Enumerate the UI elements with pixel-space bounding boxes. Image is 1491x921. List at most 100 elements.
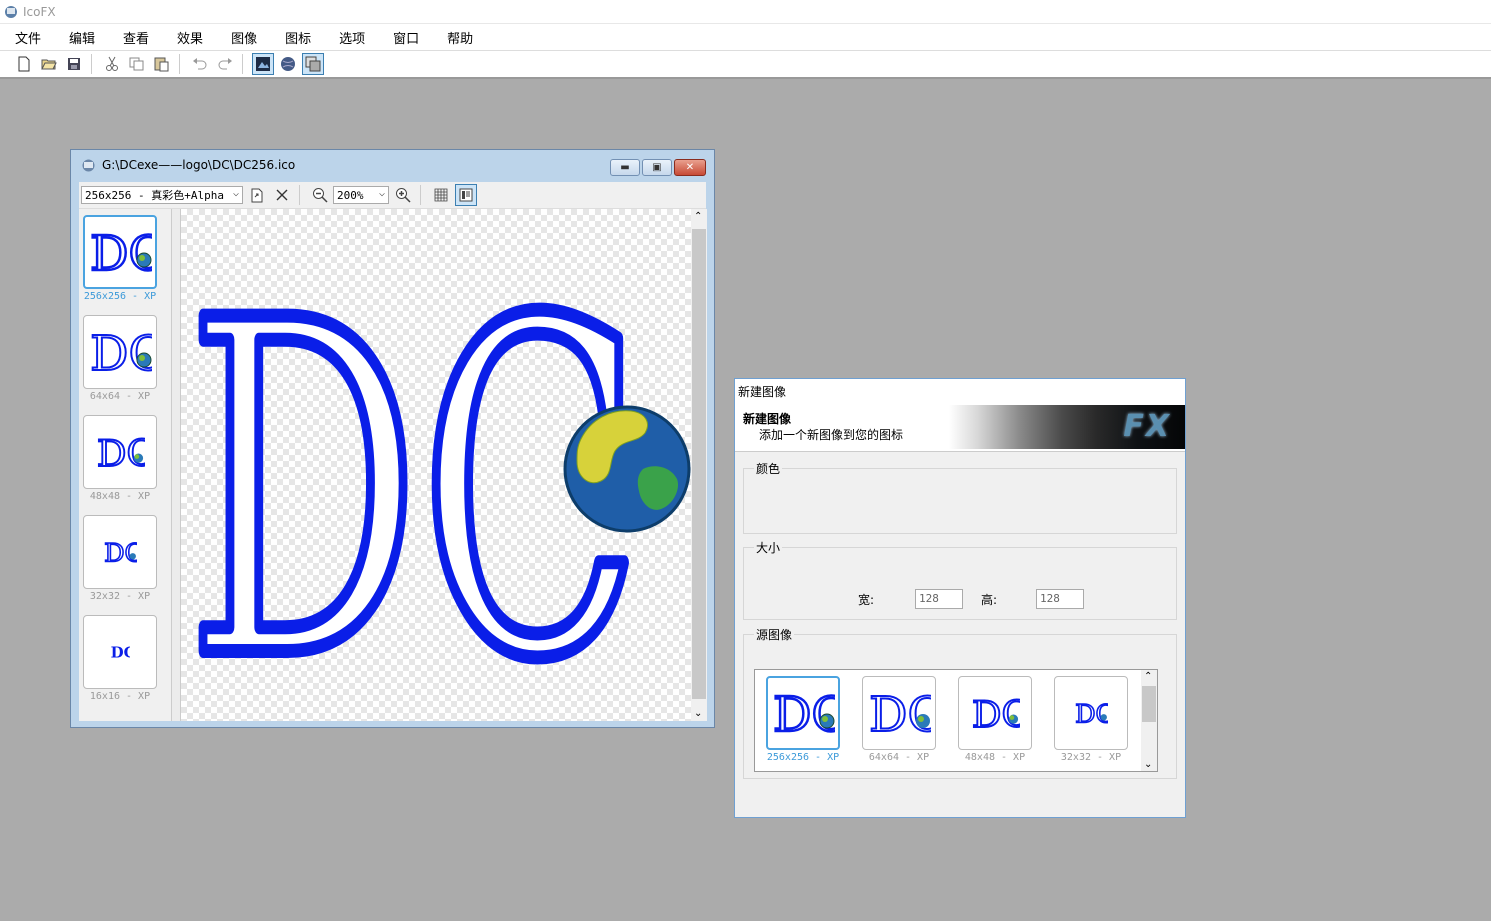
- undo-button[interactable]: [189, 53, 211, 75]
- source-thumbnail-48[interactable]: DC: [958, 676, 1032, 750]
- format-select[interactable]: 256x256 - 真彩色+Alpha ⌵: [81, 186, 243, 204]
- chevron-down-icon: ⌵: [378, 188, 385, 199]
- width-label: 宽:: [858, 593, 875, 607]
- thumbnail-label: 16x16 - XP: [89, 691, 151, 702]
- delete-image-button[interactable]: [271, 184, 293, 206]
- dc-logo-image: DC: [89, 326, 152, 378]
- zoom-out-icon: [313, 188, 328, 203]
- thumbnail-16[interactable]: DC: [83, 615, 157, 689]
- grid-icon: [434, 188, 448, 202]
- source-group-label: 源图像: [754, 626, 795, 643]
- source-list-scrollbar[interactable]: ⌃ ⌄: [1141, 670, 1157, 771]
- redo-icon: [218, 58, 232, 70]
- document-title: G:\DCexe——logo\DC\DC256.ico: [102, 158, 296, 172]
- menu-file[interactable]: 文件: [2, 28, 54, 47]
- layers-button[interactable]: [302, 53, 324, 75]
- app-title: IcoFX: [23, 4, 56, 19]
- web-button[interactable]: [277, 53, 299, 75]
- menu-help[interactable]: 帮助: [434, 28, 486, 47]
- preview-toggle-button[interactable]: [455, 184, 477, 206]
- scrollbar-thumb[interactable]: [692, 229, 706, 699]
- globe-icon: [563, 405, 691, 533]
- copy-button[interactable]: [126, 53, 148, 75]
- color-group-label: 颜色: [754, 460, 783, 477]
- dc-logo-image: DC: [772, 687, 835, 739]
- window-controls: ▬ ▣ ✕: [608, 159, 706, 176]
- copy-icon: [129, 57, 144, 71]
- toolbar-separator: [242, 54, 243, 74]
- scroll-down-icon[interactable]: ⌄: [694, 708, 702, 719]
- source-thumbnail-32[interactable]: DC: [1054, 676, 1128, 750]
- thumbnail-64[interactable]: DC: [83, 315, 157, 389]
- redo-button[interactable]: [214, 53, 236, 75]
- dialog-header-title: 新建图像: [743, 412, 792, 426]
- thumbnail-label: 64x64 - XP: [89, 391, 151, 402]
- dialog-title: 新建图像: [735, 379, 1185, 403]
- thumbnail-label: 256x256 - XP: [83, 291, 157, 302]
- menu-icon[interactable]: 图标: [272, 28, 324, 47]
- zoom-in-icon: [396, 188, 411, 203]
- scroll-up-icon[interactable]: ⌃: [1144, 671, 1152, 682]
- minimize-button[interactable]: ▬: [610, 159, 640, 176]
- menu-window[interactable]: 窗口: [380, 28, 432, 47]
- color-group: 颜色: [743, 460, 1177, 534]
- zoom-select-value: 200%: [337, 188, 364, 202]
- svg-text:DC: DC: [1075, 700, 1108, 727]
- thumbnail-label: 32x32 - XP: [89, 591, 151, 602]
- close-button[interactable]: ✕: [674, 159, 706, 176]
- new-file-button[interactable]: [13, 53, 35, 75]
- toolbar-separator: [299, 185, 300, 205]
- save-button[interactable]: [63, 53, 85, 75]
- menu-image[interactable]: 图像: [218, 28, 270, 47]
- undo-icon: [193, 58, 207, 70]
- size-group-label: 大小: [754, 539, 783, 556]
- source-thumbnail-label: 64x64 - XP: [868, 752, 930, 763]
- menu-view[interactable]: 查看: [110, 28, 162, 47]
- svg-text:DC: DC: [104, 539, 137, 566]
- paste-button[interactable]: [151, 53, 173, 75]
- thumbnail-48[interactable]: DC: [83, 415, 157, 489]
- dc-logo-image: DC: [1074, 699, 1108, 727]
- menu-edit[interactable]: 编辑: [56, 28, 108, 47]
- source-thumbnail-label: 256x256 - XP: [766, 752, 840, 763]
- menu-options[interactable]: 选项: [326, 28, 378, 47]
- zoom-select[interactable]: 200% ⌵: [333, 186, 389, 204]
- source-thumbnail-label: 48x48 - XP: [964, 752, 1026, 763]
- thumbnail-32[interactable]: DC: [83, 515, 157, 589]
- width-input[interactable]: 128: [915, 589, 963, 609]
- export-button[interactable]: [246, 184, 268, 206]
- grid-toggle-button[interactable]: [430, 184, 452, 206]
- sidebar-splitter[interactable]: [172, 209, 181, 721]
- dialog-header: 新建图像 添加一个新图像到您的图标 FX: [735, 403, 1185, 452]
- editor-canvas[interactable]: DC: [181, 209, 691, 721]
- zoom-in-button[interactable]: [392, 184, 414, 206]
- height-input[interactable]: 128: [1036, 589, 1084, 609]
- dc-logo-image: DC: [89, 226, 152, 278]
- dc-logo-large-image: DC: [181, 218, 691, 721]
- app-title-bar: IcoFX: [0, 0, 1491, 23]
- svg-text:DC: DC: [97, 432, 145, 472]
- menu-bar: 文件 编辑 查看 效果 图像 图标 选项 窗口 帮助: [0, 23, 1491, 50]
- cut-button[interactable]: [101, 53, 123, 75]
- dc-logo-image: DC: [111, 644, 130, 661]
- zoom-out-button[interactable]: [309, 184, 331, 206]
- image-editor-button[interactable]: [252, 53, 274, 75]
- source-thumbnail-256[interactable]: DC: [766, 676, 840, 750]
- open-button[interactable]: [38, 53, 60, 75]
- toolbar-separator: [179, 54, 180, 74]
- svg-text:DC: DC: [773, 687, 835, 739]
- maximize-button[interactable]: ▣: [642, 159, 672, 176]
- fx-logo: FX: [1123, 409, 1171, 444]
- scroll-up-icon[interactable]: ⌃: [694, 211, 702, 222]
- scrollbar-thumb[interactable]: [1142, 686, 1156, 722]
- canvas-vertical-scrollbar[interactable]: ⌃ ⌄: [691, 209, 707, 721]
- source-thumbnail-64[interactable]: DC: [862, 676, 936, 750]
- menu-effects[interactable]: 效果: [164, 28, 216, 47]
- thumbnail-256[interactable]: DC: [83, 215, 157, 289]
- export-page-icon: [251, 188, 263, 202]
- dc-logo-image: DC: [868, 687, 931, 739]
- dc-logo-image: DC: [96, 432, 145, 472]
- svg-text:DC: DC: [869, 687, 931, 739]
- document-icon: [82, 159, 95, 171]
- scroll-down-icon[interactable]: ⌄: [1144, 759, 1152, 770]
